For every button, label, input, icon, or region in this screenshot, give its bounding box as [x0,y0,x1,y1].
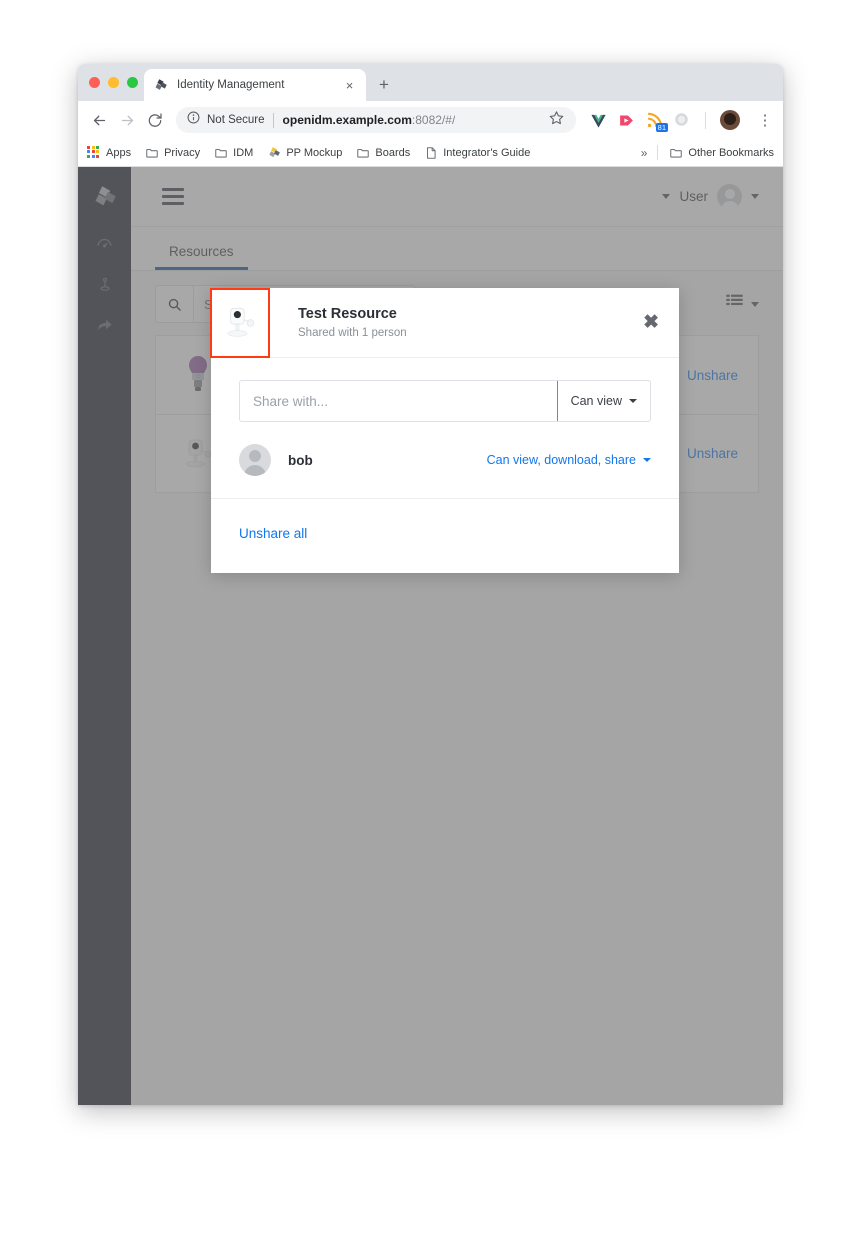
bookmark-boards[interactable]: Boards [356,146,410,160]
folder-icon [145,146,159,160]
bookmark-idm[interactable]: IDM [214,146,253,160]
address-bar[interactable]: Not Secure openidm.example.com:8082/#/ [176,107,576,133]
minimize-window-button[interactable] [108,77,119,88]
person-permission-dropdown[interactable]: Can view, download, share [487,453,651,467]
rss-feed-icon[interactable]: 81 [646,112,668,132]
close-tab-button[interactable]: × [342,78,357,93]
forward-button[interactable] [114,107,140,133]
close-icon[interactable]: ✖ [643,313,659,332]
bookmarks-overflow-button[interactable]: » [641,146,648,160]
browser-tab-title: Identity Management [177,79,285,91]
share-with-row: Can view [239,380,651,422]
extension-icons: 81 ⋮ [590,110,775,132]
modal-subtitle: Shared with 1 person [298,327,407,339]
redux-devtools-icon[interactable] [618,112,635,129]
browser-toolbar: Not Secure openidm.example.com:8082/#/ 8… [78,101,783,139]
browser-tab-strip: Identity Management × + [78,64,783,101]
modal-body: Can view bob Can view, download, share [211,358,679,498]
modal-titles: Test Resource Shared with 1 person [298,306,643,339]
bookmark-label: PP Mockup [286,146,343,159]
url-host: openidm.example.com [282,113,412,127]
permission-label: Can view [570,394,622,408]
bookmark-label: Privacy [164,146,201,159]
url-path: :8082/#/ [411,113,456,127]
reload-button[interactable] [142,107,168,133]
omnibox-divider [272,112,274,128]
page-icon [424,146,438,160]
chrome-menu-button[interactable]: ⋮ [755,113,775,128]
bookmark-star-icon[interactable] [549,110,565,130]
other-bookmarks-label: Other Bookmarks [688,146,774,159]
share-with-input[interactable] [240,381,557,421]
circle-extension-icon[interactable] [674,112,691,129]
maximize-window-button[interactable] [127,77,138,88]
bookmarks-bar: Apps Privacy IDM PP Mockup Boards Integr… [78,139,783,167]
bookmark-apps[interactable]: Apps [87,145,132,160]
list-item: bob Can view, download, share [239,444,651,476]
new-tab-button[interactable]: + [374,75,394,95]
folder-icon [356,146,370,160]
bookmark-label: Boards [375,146,411,159]
window-traffic-lights [89,77,138,88]
folder-icon [669,146,683,160]
camera-icon [210,287,270,358]
page-title: Test Resource [298,306,397,322]
bookmark-pp-mockup[interactable]: PP Mockup [267,146,342,160]
modal-header: Test Resource Shared with 1 person ✖ [210,287,679,358]
security-status-label: Not Secure [207,114,265,126]
apps-grid-icon [87,145,101,160]
bookmark-label: Apps [106,146,132,159]
vue-devtools-icon[interactable] [590,112,607,129]
forgerock-logo-icon [267,146,281,160]
app-viewport: User Resources [78,167,783,1105]
permission-dropdown[interactable]: Can view [556,381,650,421]
bookmark-integrators-guide[interactable]: Integrator's Guide [424,146,530,160]
extension-badge-count: 81 [655,122,668,132]
url-text: openidm.example.com:8082/#/ [283,113,456,127]
chevron-down-icon [643,458,651,462]
chevron-down-icon [629,399,637,403]
person-name: bob [288,452,313,468]
browser-tab[interactable]: Identity Management × [144,69,366,101]
bookmarks-divider [657,145,659,160]
toolbar-divider [705,111,706,129]
back-button[interactable] [86,107,112,133]
unshare-all-button[interactable]: Unshare all [239,526,307,541]
browser-window: Identity Management × + Not Secure openi… [78,64,783,1105]
profile-avatar[interactable] [720,110,740,130]
close-window-button[interactable] [89,77,100,88]
folder-icon [214,146,228,160]
forgerock-logo-icon [153,78,168,93]
bookmark-label: Integrator's Guide [443,146,531,159]
other-bookmarks-button[interactable]: Other Bookmarks [669,146,774,160]
modal-footer: Unshare all [211,498,679,573]
bookmark-privacy[interactable]: Privacy [145,146,200,160]
bookmarks-bar-right: » Other Bookmarks [641,145,774,160]
bookmark-label: IDM [233,146,254,159]
person-permission-label: Can view, download, share [486,453,636,467]
share-modal: Test Resource Shared with 1 person ✖ Can… [210,287,679,573]
shared-people-list: bob Can view, download, share [239,422,651,498]
info-circle-icon[interactable] [187,111,200,129]
person-avatar-icon [239,444,271,476]
